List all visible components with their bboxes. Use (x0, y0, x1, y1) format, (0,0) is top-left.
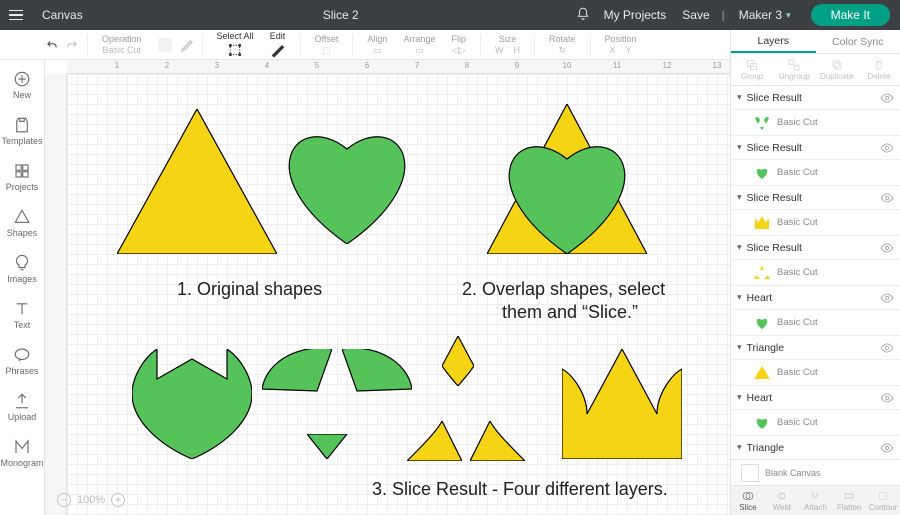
make-it-button[interactable]: Make It (811, 4, 890, 26)
overlap-heart[interactable] (497, 129, 637, 254)
visibility-icon[interactable] (880, 141, 894, 155)
slice-piece-hex[interactable] (562, 349, 682, 459)
layer-header[interactable]: ▸Heart (731, 286, 900, 310)
operation-group[interactable]: Operation Basic Cut (94, 34, 150, 55)
heart-shape[interactable] (277, 119, 417, 244)
zoom-out-button[interactable]: − (57, 493, 71, 507)
layer-item[interactable]: Basic Cut (731, 410, 900, 436)
edit-button[interactable]: Edit (262, 31, 294, 58)
visibility-icon[interactable] (880, 291, 894, 305)
undo-redo[interactable] (45, 38, 81, 52)
layer-item[interactable]: Basic Cut (731, 260, 900, 286)
rail-templates[interactable]: Templates (0, 108, 44, 154)
foot-attach[interactable]: Attach (799, 486, 833, 515)
caption-1: 1. Original shapes (177, 279, 322, 300)
rail-text[interactable]: Text (0, 292, 44, 338)
ruler-vertical (45, 74, 67, 515)
save-button[interactable]: Save (674, 8, 717, 22)
layer-header[interactable]: ▸Slice Result (731, 86, 900, 110)
visibility-icon[interactable] (880, 441, 894, 455)
layer-header[interactable]: ▸Slice Result (731, 186, 900, 210)
delete-button[interactable]: Delete (858, 54, 900, 85)
caption-2a: 2. Overlap shapes, select (462, 279, 665, 300)
align-button[interactable]: Align▭ (359, 34, 395, 56)
layer-header[interactable]: ▸Slice Result (731, 236, 900, 260)
layer-actions: Group Ungroup Duplicate Delete (731, 54, 900, 86)
brand-label: Canvas (32, 8, 93, 22)
chevron-down-icon: ▾ (786, 10, 791, 21)
rail-new[interactable]: New (0, 62, 44, 108)
triangle-shape[interactable] (117, 109, 277, 254)
foot-slice[interactable]: Slice (731, 486, 765, 515)
layer-header[interactable]: ▸Triangle (731, 436, 900, 459)
visibility-icon[interactable] (880, 391, 894, 405)
layer-item[interactable]: Basic Cut (731, 110, 900, 136)
canvas-grid[interactable]: 1. Original shapes 2. Overlap shapes, se… (67, 74, 730, 515)
layer-header[interactable]: ▸Slice Result (731, 136, 900, 160)
ruler-horizontal: 12345678910111213 (67, 60, 730, 74)
visibility-icon[interactable] (880, 341, 894, 355)
slice-piece-4[interactable] (307, 434, 347, 459)
rotate-group[interactable]: Rotate↻ (541, 34, 584, 56)
right-panel: Layers Color Sync Group Ungroup Duplicat… (730, 30, 900, 515)
rail-projects[interactable]: Projects (0, 154, 44, 200)
layer-item[interactable]: Basic Cut (731, 310, 900, 336)
slice-piece-tri-right[interactable] (470, 421, 525, 461)
size-group[interactable]: SizeW H (487, 34, 528, 55)
top-bar: Canvas Slice 2 My Projects Save | Maker … (0, 0, 900, 30)
offset-button[interactable]: Offset⬚ (307, 34, 347, 56)
tab-layers[interactable]: Layers (731, 30, 816, 53)
rail-phrases[interactable]: Phrases (0, 338, 44, 384)
duplicate-button[interactable]: Duplicate (816, 54, 858, 85)
project-title: Slice 2 (323, 8, 359, 22)
layer-item[interactable]: Basic Cut (731, 160, 900, 186)
foot-contour[interactable]: Contour (866, 486, 900, 515)
pencil-icon[interactable] (180, 37, 196, 53)
zoom-control[interactable]: − 100% + (57, 493, 125, 507)
slice-piece-3[interactable] (342, 349, 412, 394)
flip-button[interactable]: Flip◁▷ (443, 34, 474, 56)
left-rail: New Templates Projects Shapes Images Tex… (0, 60, 45, 515)
visibility-icon[interactable] (880, 91, 894, 105)
ungroup-button[interactable]: Ungroup (773, 54, 815, 85)
slice-piece-tri-top[interactable] (442, 336, 474, 386)
machine-select[interactable]: Maker 3 ▾ (729, 8, 801, 22)
my-projects-link[interactable]: My Projects (596, 8, 675, 22)
color-swatch[interactable] (158, 38, 172, 52)
select-all-button[interactable]: Select All (209, 31, 262, 58)
tab-color-sync[interactable]: Color Sync (816, 30, 900, 53)
foot-flatten[interactable]: Flatten (832, 486, 866, 515)
machine-name: Maker 3 (739, 8, 782, 22)
layer-header[interactable]: ▸Heart (731, 386, 900, 410)
panel-foot: Slice Weld Attach Flatten Contour (731, 485, 900, 515)
layer-item[interactable]: Basic Cut (731, 210, 900, 236)
right-panel-tabs: Layers Color Sync (731, 30, 900, 54)
zoom-in-button[interactable]: + (111, 493, 125, 507)
visibility-icon[interactable] (880, 191, 894, 205)
caption-2b: them and “Slice.” (502, 302, 638, 323)
visibility-icon[interactable] (880, 241, 894, 255)
blank-canvas-row[interactable]: Blank Canvas (731, 459, 900, 485)
rail-upload[interactable]: Upload (0, 384, 44, 430)
layer-item[interactable]: Basic Cut (731, 360, 900, 386)
position-group[interactable]: PositionX Y (597, 34, 645, 55)
layer-header[interactable]: ▸Triangle (731, 336, 900, 360)
caption-3: 3. Slice Result - Four different layers. (372, 479, 668, 500)
layers-list[interactable]: ▸Slice ResultBasic Cut▸Slice ResultBasic… (731, 86, 900, 459)
group-button[interactable]: Group (731, 54, 773, 85)
foot-weld[interactable]: Weld (765, 486, 799, 515)
menu-button[interactable] (0, 10, 32, 21)
slice-piece-1[interactable] (132, 349, 252, 459)
slice-piece-2[interactable] (262, 349, 332, 394)
canvas-stage[interactable]: 12345678910111213 1. Original shapes 2. … (45, 60, 730, 515)
rail-shapes[interactable]: Shapes (0, 200, 44, 246)
bell-icon[interactable] (570, 7, 596, 24)
zoom-value: 100% (77, 494, 105, 506)
arrange-button[interactable]: Arrange▭ (395, 34, 443, 56)
slice-piece-tri-left[interactable] (407, 421, 462, 461)
rail-monogram[interactable]: Monogram (0, 430, 44, 476)
rail-images[interactable]: Images (0, 246, 44, 292)
